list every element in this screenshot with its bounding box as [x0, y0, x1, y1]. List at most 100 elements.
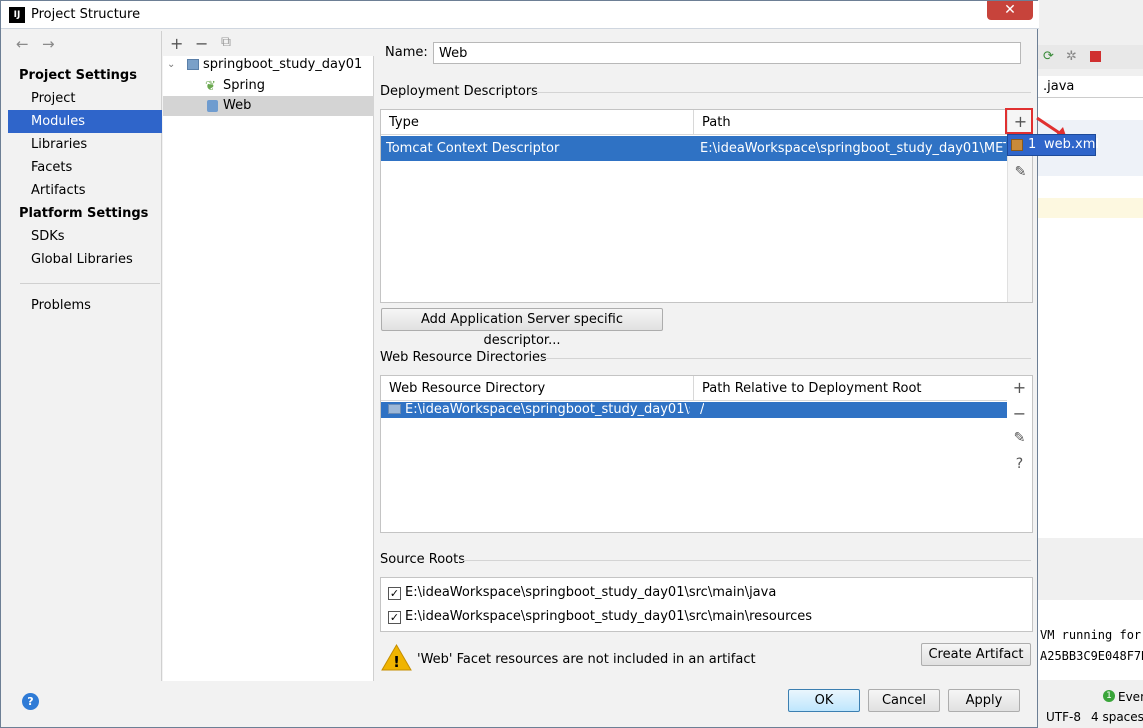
source-root-checkbox[interactable]: ✓: [388, 611, 401, 624]
ok-button[interactable]: OK: [788, 689, 860, 712]
popup-item-web-xml[interactable]: web.xml: [1044, 137, 1099, 152]
descriptor-popup-menu: 1 web.xml: [1007, 134, 1099, 156]
remove-icon[interactable]: −: [195, 34, 208, 53]
close-button[interactable]: ✕: [987, 1, 1033, 20]
edit-pencil-icon[interactable]: ✎: [1007, 430, 1032, 446]
remove-icon[interactable]: −: [1007, 404, 1032, 423]
module-tree: + − ⧉ ⌄ springboot_study_day01 ❦ Spring …: [163, 31, 374, 681]
source-root-label: E:\ideaWorkspace\springboot_study_day01\…: [405, 609, 813, 624]
svg-text:!: !: [393, 653, 400, 671]
platform-settings-header: Platform Settings: [19, 206, 149, 221]
nav-item-modules[interactable]: Modules: [8, 110, 162, 133]
event-log-label[interactable]: Even: [1118, 690, 1143, 704]
annotation-highlight-box: [1005, 108, 1033, 134]
table-row[interactable]: Tomcat Context Descriptor E:\ideaWorkspa…: [381, 136, 1007, 161]
tree-row-module[interactable]: ⌄ springboot_study_day01: [163, 55, 374, 75]
project-settings-header: Project Settings: [19, 68, 137, 83]
descriptor-type-cell: Tomcat Context Descriptor: [386, 141, 560, 156]
event-log-icon: 1: [1103, 690, 1115, 702]
column-divider: [693, 110, 694, 135]
window-title: Project Structure: [31, 7, 141, 22]
add-icon[interactable]: +: [1007, 378, 1032, 397]
help-icon[interactable]: ?: [22, 693, 39, 710]
module-folder-icon: [187, 59, 199, 70]
nav-item-problems[interactable]: Problems: [8, 294, 162, 317]
nav-divider: [20, 283, 160, 284]
nav-item-sdks[interactable]: SDKs: [8, 225, 162, 248]
background-console: VM running for A25BB3C9E048F7D: [1038, 600, 1143, 680]
console-line: A25BB3C9E048F7D: [1040, 649, 1143, 663]
table-row[interactable]: E:\ideaWorkspace\springboot_study_day01\…: [381, 402, 1007, 418]
source-roots-header: Source Roots: [380, 552, 466, 567]
background-editor-tab[interactable]: .java: [1038, 76, 1143, 98]
warning-icon: !: [381, 644, 412, 671]
column-header-web-resource[interactable]: Web Resource Directory: [389, 381, 545, 396]
encoding-status[interactable]: UTF-8: [1046, 710, 1081, 724]
help-question-icon[interactable]: ?: [1007, 456, 1032, 472]
web-resource-table: Web Resource Directory Path Relative to …: [380, 375, 1033, 533]
web-resource-directories-header: Web Resource Directories: [380, 350, 547, 365]
descriptor-path-cell: E:\ideaWorkspace\springboot_study_day01\…: [700, 141, 1006, 156]
chevron-down-icon[interactable]: ⌄: [167, 55, 175, 75]
name-label: Name:: [385, 45, 428, 60]
add-server-descriptor-button[interactable]: Add Application Server specific descript…: [381, 308, 663, 348]
facet-settings-panel: Name: Deployment Descriptors Type Path T…: [375, 31, 1038, 681]
forward-arrow-icon[interactable]: →: [42, 35, 55, 53]
stop-icon: [1090, 51, 1101, 62]
web-facet-icon: [207, 100, 218, 112]
dialog-titlebar: IJ Project Structure ✕: [1, 1, 1039, 29]
name-input[interactable]: [433, 42, 1021, 64]
table-header: Type Path: [381, 110, 1007, 135]
apply-button[interactable]: Apply: [948, 689, 1020, 712]
column-header-path[interactable]: Path: [702, 115, 731, 130]
intellij-app-icon: IJ: [9, 7, 25, 23]
back-arrow-icon[interactable]: ←: [16, 35, 29, 53]
background-editor: [1038, 98, 1143, 538]
folder-icon: [388, 404, 401, 414]
copy-icon[interactable]: ⧉: [221, 34, 231, 50]
tree-module-label: springboot_study_day01: [203, 57, 363, 72]
tree-facet-label: Web: [223, 98, 252, 113]
tree-facet-label: Spring: [223, 78, 265, 93]
web-resource-dir-cell: E:\ideaWorkspace\springboot_study_day01\…: [405, 402, 690, 417]
background-ide: ⟳ ✲ .java VM running for A25BB3C9E048F7D…: [1038, 0, 1143, 728]
server-icon: [1011, 139, 1023, 151]
project-structure-dialog: IJ Project Structure ✕ ← → Project Setti…: [0, 0, 1039, 728]
column-header-type[interactable]: Type: [389, 115, 419, 130]
nav-item-global-libraries[interactable]: Global Libraries: [8, 248, 162, 271]
table-header: Web Resource Directory Path Relative to …: [381, 376, 1007, 401]
column-divider: [693, 376, 694, 401]
nav-item-artifacts[interactable]: Artifacts: [8, 179, 162, 202]
deployment-descriptors-header: Deployment Descriptors: [380, 84, 538, 99]
tree-row-web[interactable]: Web: [163, 96, 374, 116]
section-divider: [463, 560, 1031, 561]
source-roots-list: ✓ E:\ideaWorkspace\springboot_study_day0…: [380, 577, 1033, 632]
tree-row-spring[interactable]: ❦ Spring: [163, 76, 374, 96]
web-resource-tools: + − ✎ ?: [1007, 376, 1032, 532]
edit-pencil-icon[interactable]: ✎: [1008, 164, 1033, 180]
column-header-relative-path[interactable]: Path Relative to Deployment Root: [702, 381, 922, 396]
section-divider: [528, 92, 1031, 93]
console-line: VM running for: [1040, 628, 1142, 642]
nav-item-project[interactable]: Project: [8, 87, 162, 110]
source-root-checkbox[interactable]: ✓: [388, 587, 401, 600]
warning-message: 'Web' Facet resources are not included i…: [417, 652, 756, 667]
editor-caret-line: [1038, 198, 1143, 218]
create-artifact-button[interactable]: Create Artifact: [921, 643, 1031, 666]
add-icon[interactable]: +: [170, 34, 183, 53]
nav-item-facets[interactable]: Facets: [8, 156, 162, 179]
settings-nav: ← → Project Settings Project Modules Lib…: [8, 31, 162, 681]
indent-status[interactable]: 4 spaces: [1091, 710, 1143, 724]
editor-tab-label: .java: [1043, 79, 1075, 94]
cancel-button[interactable]: Cancel: [868, 689, 940, 712]
run-icon: ⟳: [1043, 49, 1054, 64]
debug-icon: ✲: [1066, 49, 1077, 64]
background-toolbar: ⟳ ✲: [1038, 45, 1143, 69]
relative-path-cell: /: [700, 402, 705, 417]
section-divider: [541, 358, 1031, 359]
deployment-descriptors-table: Type Path Tomcat Context Descriptor E:\i…: [380, 109, 1033, 303]
popup-item-index: 1: [1028, 137, 1037, 152]
nav-item-libraries[interactable]: Libraries: [8, 133, 162, 156]
tree-toolbar: + − ⧉: [163, 31, 374, 56]
source-root-label: E:\ideaWorkspace\springboot_study_day01\…: [405, 585, 777, 600]
